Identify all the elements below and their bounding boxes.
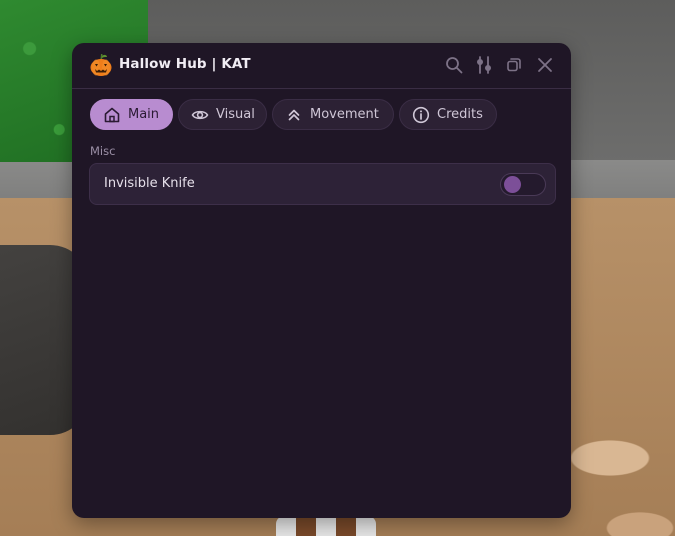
invisible-knife-toggle[interactable] xyxy=(500,173,546,196)
eye-icon xyxy=(191,106,209,124)
search-icon[interactable] xyxy=(444,55,464,75)
toggle-knob xyxy=(504,176,521,193)
tab-credits-label: Credits xyxy=(437,107,483,122)
hub-window: Hallow Hub | KAT Main Visual Movement Cr… xyxy=(72,43,571,518)
title-bar[interactable]: Hallow Hub | KAT xyxy=(72,43,571,89)
section-label: Misc xyxy=(90,144,116,158)
pumpkin-icon xyxy=(90,53,112,77)
tab-main-label: Main xyxy=(128,107,160,122)
home-icon xyxy=(103,106,121,124)
double-chevron-up-icon xyxy=(285,106,303,124)
close-icon[interactable] xyxy=(535,55,555,75)
restore-icon[interactable] xyxy=(504,55,524,75)
sliders-icon[interactable] xyxy=(474,55,494,75)
tab-credits[interactable]: Credits xyxy=(399,99,497,130)
tab-visual-label: Visual xyxy=(216,107,255,122)
player-feet xyxy=(276,516,376,536)
tab-movement[interactable]: Movement xyxy=(272,99,394,130)
tab-main[interactable]: Main xyxy=(90,99,173,130)
window-title: Hallow Hub | KAT xyxy=(119,56,251,72)
toggle-row-invisible-knife[interactable]: Invisible Knife xyxy=(89,163,556,205)
tab-visual[interactable]: Visual xyxy=(178,99,267,130)
game-viewport: Hallow Hub | KAT Main Visual Movement Cr… xyxy=(0,0,675,536)
toggle-label: Invisible Knife xyxy=(104,176,195,191)
tab-movement-label: Movement xyxy=(310,107,379,122)
info-icon xyxy=(412,106,430,124)
